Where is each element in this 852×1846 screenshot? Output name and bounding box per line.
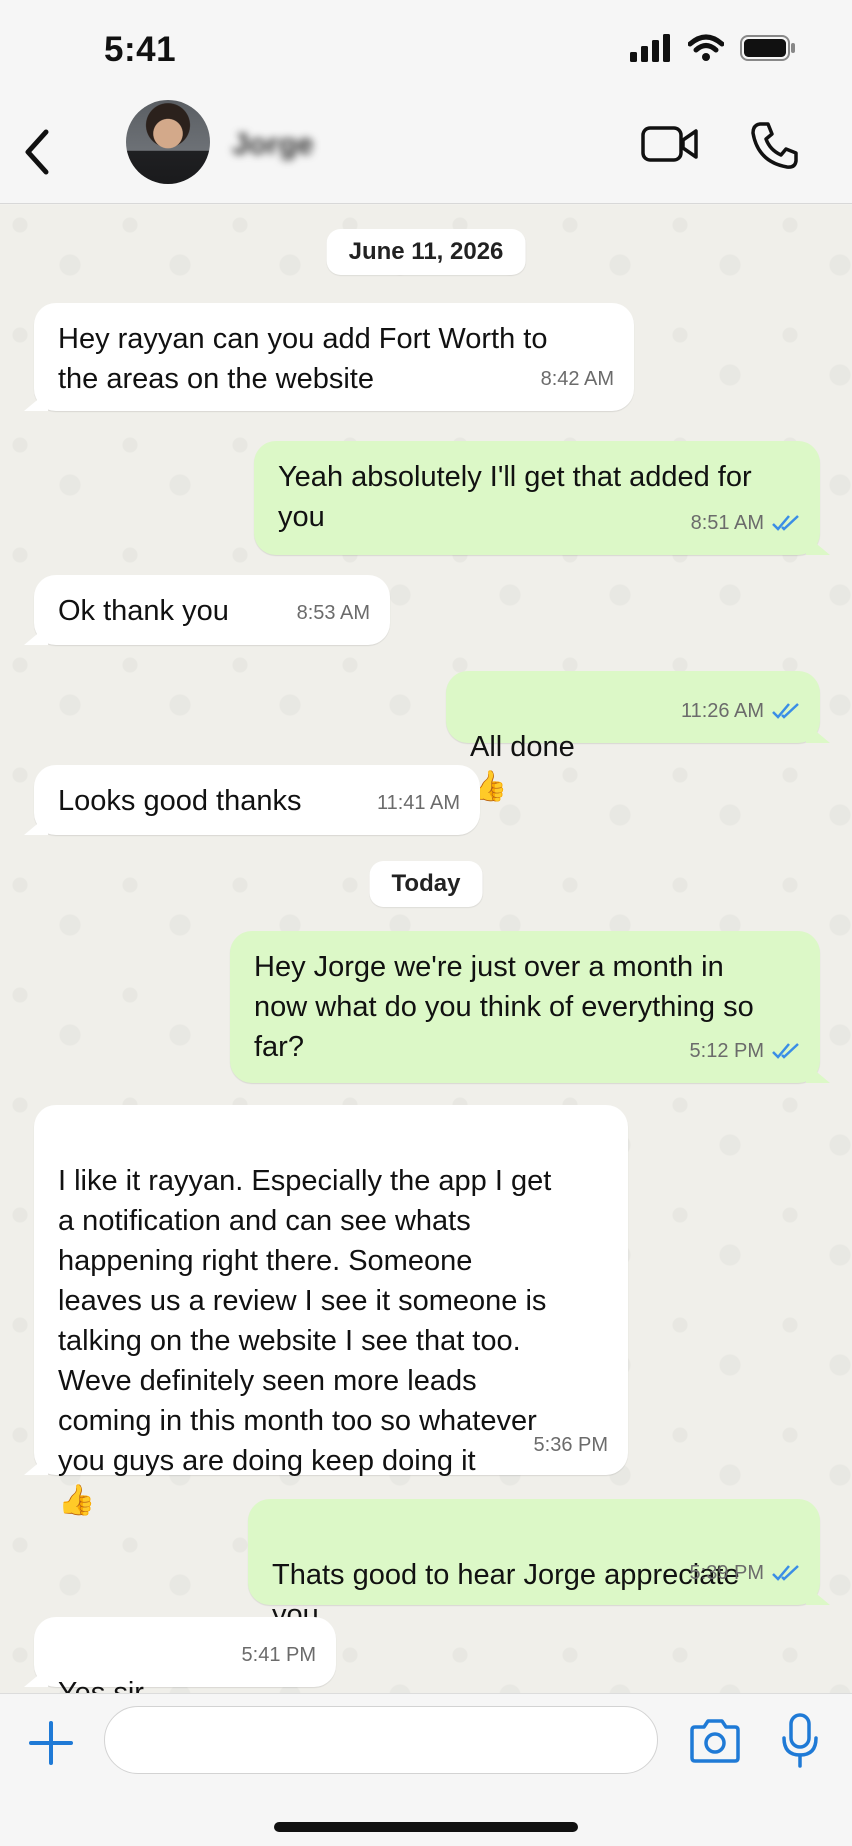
chat-area[interactable]: June 11, 2026 Hey rayyan can you add For… [0, 205, 852, 1693]
read-receipt-icon [772, 703, 799, 719]
message-meta: 5:12 PM [690, 1031, 800, 1071]
message-text: Looks good thanks [58, 785, 302, 817]
message-text-wrap: All done 👍 [470, 687, 575, 807]
message-input[interactable] [104, 1706, 658, 1774]
message-time: 8:53 AM [296, 602, 370, 624]
wifi-icon [688, 34, 724, 61]
camera-icon[interactable] [688, 1718, 742, 1764]
message-time: 5:41 PM [241, 1644, 316, 1666]
message-text: All done [470, 731, 575, 763]
battery-icon [740, 35, 795, 61]
bubble-tail [806, 1063, 830, 1083]
incoming-message[interactable]: Ok thank you 8:53 AM [24, 575, 390, 645]
message-text: Thats good to hear Jorge appreciate you [272, 1559, 740, 1631]
status-time: 5:41 [104, 30, 177, 69]
incoming-message[interactable]: Yes sir 👍 5:41 PM [24, 1617, 336, 1693]
message-time: 11:26 AM [680, 700, 764, 722]
chat-header: Jorge [0, 100, 852, 204]
date-separator: June 11, 2026 [326, 229, 526, 275]
message-time: 5:39 PM [689, 1562, 764, 1584]
composer-bar [0, 1693, 852, 1846]
home-indicator[interactable] [274, 1822, 578, 1832]
incoming-message[interactable]: I like it rayyan. Especially the app I g… [24, 1105, 628, 1517]
message-text: Hey rayyan can you add Fort Worth to the… [58, 323, 548, 395]
microphone-icon[interactable] [780, 1712, 820, 1770]
video-call-icon[interactable] [640, 120, 700, 168]
thumbs-up-icon: 👍 [58, 1484, 96, 1517]
read-receipt-icon [772, 1043, 799, 1059]
message-text: I like it rayyan. Especially the app I g… [58, 1165, 552, 1477]
back-icon[interactable] [18, 122, 58, 182]
message-text-wrap: Thats good to hear Jorge appreciate you … [272, 1515, 740, 1675]
outgoing-message[interactable]: All done 👍 11:26 AM [446, 671, 830, 803]
read-receipt-icon [772, 1565, 799, 1581]
message-text-wrap: Yes sir 👍 [58, 1633, 144, 1693]
outgoing-message[interactable]: Hey Jorge we're just over a month in now… [230, 931, 830, 1083]
status-bar: 5:41 [0, 0, 852, 100]
status-icons [630, 34, 796, 62]
bubble-tail [24, 1667, 48, 1687]
outgoing-message[interactable]: Yeah absolutely I'll get that added for … [254, 441, 830, 555]
voice-call-icon[interactable] [746, 118, 802, 174]
message-text: Hey Jorge we're just over a month in now… [254, 951, 754, 1063]
bubble-tail [806, 1585, 830, 1605]
signal-icon [630, 34, 670, 62]
message-time: 5:36 PM [533, 1434, 608, 1456]
message-time: 11:41 AM [376, 792, 460, 814]
read-receipt-icon [772, 515, 799, 531]
message-meta: 5:39 PM [690, 1553, 800, 1593]
message-meta: 8:51 AM [691, 503, 800, 543]
outgoing-message[interactable]: Thats good to hear Jorge appreciate you … [248, 1499, 830, 1671]
message-time: 5:12 PM [689, 1040, 764, 1062]
message-text: Yeah absolutely I'll get that added for … [278, 461, 752, 533]
bubble-tail [24, 815, 48, 835]
incoming-message[interactable]: Looks good thanks 11:41 AM [24, 765, 480, 835]
bubble-tail [24, 1455, 48, 1475]
bubble-tail [806, 535, 830, 555]
message-text: Yes sir [58, 1677, 144, 1693]
message-time: 8:51 AM [690, 512, 764, 534]
bubble-tail [806, 723, 830, 743]
date-separator: Today [369, 861, 483, 907]
message-text: Ok thank you [58, 595, 229, 627]
bubble-tail [24, 625, 48, 645]
plus-icon[interactable] [28, 1720, 74, 1766]
bubble-tail [24, 391, 48, 411]
incoming-message[interactable]: Hey rayyan can you add Fort Worth to the… [24, 303, 634, 411]
contact-name[interactable]: Jorge [232, 128, 314, 162]
message-text-wrap: I like it rayyan. Especially the app I g… [58, 1121, 551, 1521]
avatar[interactable] [126, 100, 210, 184]
message-time: 8:42 AM [540, 368, 614, 390]
message-meta: 11:26 AM [681, 691, 800, 731]
